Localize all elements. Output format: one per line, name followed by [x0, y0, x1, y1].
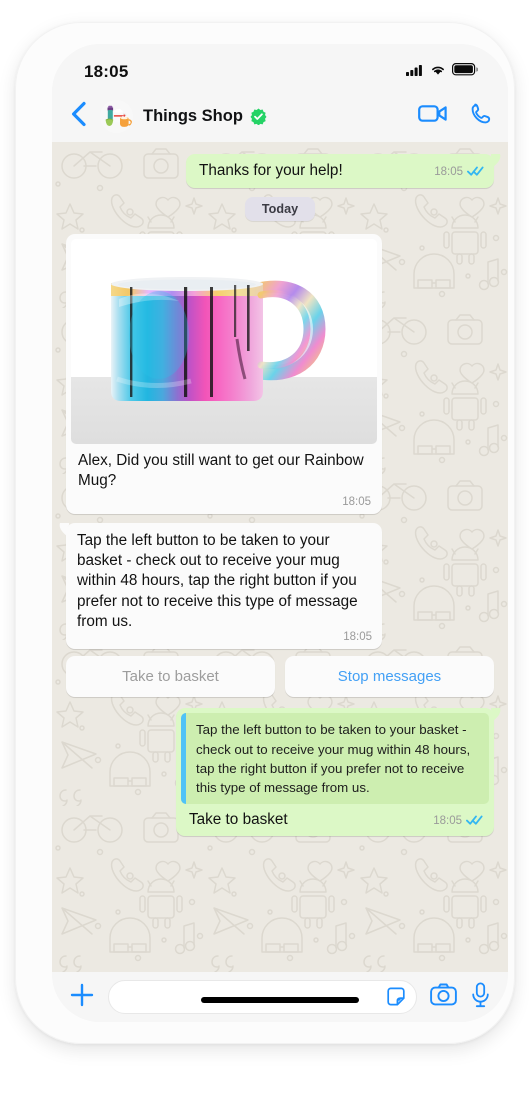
double-check-icon — [466, 814, 483, 829]
status-bar: 18:05 — [52, 44, 508, 90]
phone-frame: 18:05 Things Shop Thanks for your help! … — [15, 22, 515, 1044]
message-row-outgoing: Thanks for your help! 18:05 — [66, 154, 501, 188]
message-bubble-thanks[interactable]: Thanks for your help! 18:05 — [186, 154, 501, 188]
double-check-icon — [467, 165, 484, 180]
rainbow-iridescent-mug-photo — [71, 239, 377, 444]
shop-mugs-avatar-icon — [100, 99, 133, 133]
attach-button[interactable] — [69, 982, 95, 1013]
contact-name: Things Shop — [143, 106, 243, 125]
message-time: 18:05 — [433, 815, 462, 828]
message-time: 18:05 — [434, 166, 463, 178]
take-to-basket-button[interactable]: Take to basket — [66, 656, 275, 698]
sticker-button[interactable] — [385, 986, 407, 1008]
sticker-icon — [387, 987, 405, 1006]
avatar[interactable] — [100, 99, 133, 133]
signal-bars-icon — [406, 63, 424, 81]
product-image[interactable] — [71, 239, 377, 444]
message-text: Take to basket — [189, 811, 288, 829]
chat-header: Things Shop — [52, 90, 508, 142]
chat-message-list[interactable]: Thanks for your help! 18:05 Today Alex, … — [52, 142, 508, 972]
date-divider-row: Today — [66, 197, 494, 221]
video-camera-icon — [418, 103, 448, 129]
home-indicator — [201, 997, 359, 1003]
phone-icon — [468, 102, 492, 131]
message-text: Thanks for your help! — [199, 162, 343, 179]
voice-call-button[interactable] — [468, 102, 492, 131]
message-meta: 18:05 — [66, 630, 382, 649]
quoted-message[interactable]: Tap the left button to be taken to your … — [181, 713, 489, 805]
message-bubble-instructions[interactable]: Tap the left button to be taken to your … — [59, 522, 382, 650]
camera-button[interactable] — [430, 983, 457, 1011]
date-divider-label: Today — [244, 197, 316, 221]
message-time: 18:05 — [342, 495, 371, 508]
message-bubble-reply[interactable]: Tap the left button to be taken to your … — [176, 708, 501, 837]
verified-badge — [250, 108, 267, 125]
message-caption: Alex, Did you still want to get our Rain… — [78, 452, 364, 490]
quoted-message-text: Tap the left button to be taken to your … — [196, 722, 471, 796]
stop-messages-button[interactable]: Stop messages — [285, 656, 494, 698]
messages-container: Thanks for your help! 18:05 Today Alex, … — [52, 142, 508, 972]
video-call-button[interactable] — [418, 103, 448, 129]
plus-icon — [69, 982, 95, 1013]
message-meta: 18:05 — [434, 165, 484, 180]
battery-full-icon — [452, 63, 479, 81]
bubble-tail-icon — [491, 708, 501, 722]
verified-badge-icon — [250, 108, 267, 125]
quick-reply-buttons: Take to basket Stop messages — [66, 656, 494, 698]
message-meta: 18:05 — [71, 490, 377, 514]
mic-button[interactable] — [470, 981, 491, 1013]
chevron-left-icon — [70, 101, 88, 132]
bubble-tail-icon — [59, 522, 69, 536]
status-bar-time: 18:05 — [84, 62, 129, 81]
back-button[interactable] — [64, 101, 94, 131]
phone-screen: 18:05 Things Shop Thanks for your help! … — [52, 44, 508, 1022]
message-row-incoming-image: Alex, Did you still want to get our Rain… — [66, 234, 494, 514]
message-meta: 18:05 — [433, 814, 483, 829]
message-bubble-product[interactable]: Alex, Did you still want to get our Rain… — [66, 234, 382, 514]
bubble-tail-icon — [491, 154, 501, 167]
message-time: 18:05 — [343, 631, 372, 644]
message-row-outgoing-reply: Tap the left button to be taken to your … — [66, 708, 501, 837]
message-row-incoming-text: Tap the left button to be taken to your … — [59, 522, 494, 650]
camera-icon — [430, 983, 457, 1011]
wifi-icon — [430, 63, 446, 81]
message-text: Tap the left button to be taken to your … — [77, 531, 358, 631]
microphone-icon — [470, 981, 491, 1013]
